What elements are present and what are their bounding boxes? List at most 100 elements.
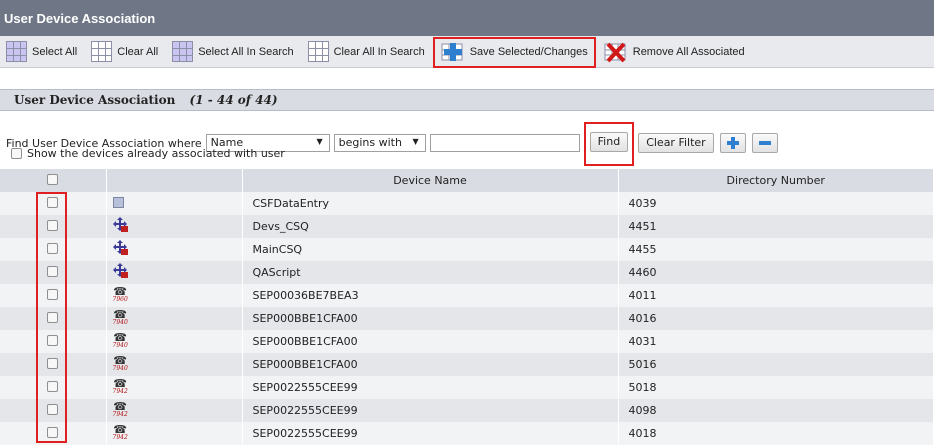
table-row[interactable]: ☎ 7942 SEP0022555CEE99 5018: [0, 376, 934, 399]
device-name-cell[interactable]: SEP00036BE7BEA3: [242, 284, 619, 307]
device-icon-cell: ☎ 7942: [106, 376, 243, 399]
window-title: User Device Association: [0, 0, 934, 36]
device-icon-cell: [106, 238, 243, 261]
device-icon-cell: [106, 261, 243, 284]
save-plus-icon: [441, 43, 463, 61]
directory-number-cell: 4098: [618, 399, 934, 422]
show-associated-checkbox[interactable]: [11, 148, 22, 159]
device-name-cell[interactable]: SEP000BBE1CFA00: [242, 353, 619, 376]
select-all-in-search-label: Select All In Search: [198, 45, 294, 58]
toolbar: Select All Clear All Select All In Searc…: [0, 36, 934, 68]
save-selected-button[interactable]: Save Selected/Changes: [432, 36, 596, 68]
select-all-button[interactable]: Select All: [0, 38, 83, 66]
section-title: User Device Association: [14, 93, 176, 107]
table-row[interactable]: MainCSQ 4455: [0, 238, 934, 261]
device-name-cell[interactable]: CSFDataEntry: [242, 192, 619, 215]
phone-icon: ☎ 7960: [112, 285, 128, 303]
table-row[interactable]: CSFDataEntry 4039: [0, 192, 934, 215]
device-name-cell[interactable]: QAScript: [242, 261, 619, 284]
minus-icon: [758, 141, 771, 145]
operator-select-value: begins with: [338, 136, 402, 149]
select-all-column-header: [0, 169, 107, 192]
select-all-in-search-button[interactable]: Select All In Search: [166, 38, 299, 66]
clear-filter-button[interactable]: Clear Filter: [638, 133, 714, 153]
device-icon-cell: ☎ 7942: [106, 422, 243, 445]
ctd-device-icon: [112, 217, 128, 232]
chevron-down-icon: ▼: [316, 137, 323, 146]
directory-number-cell: 4018: [618, 422, 934, 445]
show-associated-label: Show the devices already associated with…: [27, 147, 285, 160]
plus-icon: [726, 137, 739, 149]
device-icon-cell: ☎ 7940: [106, 307, 243, 330]
device-name-cell[interactable]: SEP000BBE1CFA00: [242, 330, 619, 353]
directory-number-cell: 4455: [618, 238, 934, 261]
clear-all-in-search-icon: [307, 41, 329, 62]
remove-all-associated-label: Remove All Associated: [632, 45, 745, 58]
directory-number-cell: 4451: [618, 215, 934, 238]
device-name-cell[interactable]: SEP0022555CEE99: [242, 376, 619, 399]
device-icon-cell: ☎ 7940: [106, 330, 243, 353]
device-name-column-header[interactable]: Device Name: [242, 169, 619, 192]
remove-all-associated-button[interactable]: Remove All Associated: [598, 38, 751, 66]
directory-number-cell: 4460: [618, 261, 934, 284]
phone-icon: ☎ 7940: [112, 331, 128, 349]
device-name-cell[interactable]: SEP0022555CEE99: [242, 422, 619, 445]
table-row[interactable]: Devs_CSQ 4451: [0, 215, 934, 238]
chevron-down-icon: ▼: [412, 137, 419, 146]
ctd-device-icon: [112, 263, 128, 278]
select-all-icon: [6, 41, 27, 62]
save-selected-label: Save Selected/Changes: [469, 46, 588, 58]
select-all-in-search-icon: [172, 41, 194, 62]
table-row[interactable]: ☎ 7960 SEP00036BE7BEA3 4011: [0, 284, 934, 307]
device-name-cell[interactable]: MainCSQ: [242, 238, 619, 261]
table-row[interactable]: ☎ 7942 SEP0022555CEE99 4018: [0, 422, 934, 445]
device-name-cell[interactable]: Devs_CSQ: [242, 215, 619, 238]
directory-number-cell: 5016: [618, 353, 934, 376]
device-table: Device Name Directory Number CSFDataEntr…: [0, 169, 934, 445]
directory-number-cell: 4031: [618, 330, 934, 353]
find-button[interactable]: Find: [589, 132, 629, 152]
icon-column-header: [106, 169, 243, 192]
directory-number-cell: 4039: [618, 192, 934, 215]
clear-all-button[interactable]: Clear All: [85, 38, 164, 66]
show-associated-row: Show the devices already associated with…: [11, 147, 285, 160]
table-row[interactable]: QAScript 4460: [0, 261, 934, 284]
directory-number-column-header[interactable]: Directory Number: [618, 169, 934, 192]
operator-select[interactable]: begins with ▼: [333, 134, 426, 152]
directory-number-cell: 4016: [618, 307, 934, 330]
device-icon-cell: ☎ 7940: [106, 353, 243, 376]
checkbox-column-highlight: [36, 192, 67, 443]
remove-x-icon: [604, 42, 626, 62]
csf-device-icon: [112, 196, 124, 208]
table-row[interactable]: ☎ 7940 SEP000BBE1CFA00 4031: [0, 330, 934, 353]
directory-number-cell: 4011: [618, 284, 934, 307]
device-name-cell[interactable]: SEP0022555CEE99: [242, 399, 619, 422]
table-row[interactable]: ☎ 7940 SEP000BBE1CFA00 5016: [0, 353, 934, 376]
find-highlight: Find: [583, 122, 635, 166]
phone-icon: ☎ 7942: [112, 423, 128, 441]
clear-all-in-search-label: Clear All In Search: [333, 45, 425, 58]
result-count: (1 - 44 of 44): [189, 93, 278, 107]
clear-all-label: Clear All: [117, 45, 159, 58]
device-icon-cell: [106, 192, 243, 215]
clear-all-in-search-button[interactable]: Clear All In Search: [302, 38, 431, 66]
clear-all-icon: [91, 41, 113, 62]
select-all-label: Select All: [32, 45, 78, 58]
device-icon-cell: ☎ 7942: [106, 399, 243, 422]
phone-icon: ☎ 7942: [112, 377, 128, 395]
phone-icon: ☎ 7940: [112, 308, 128, 326]
remove-criteria-button[interactable]: [751, 133, 778, 153]
device-icon-cell: [106, 215, 243, 238]
device-name-cell[interactable]: SEP000BBE1CFA00: [242, 307, 619, 330]
device-icon-cell: ☎ 7960: [106, 284, 243, 307]
header-checkbox[interactable]: [47, 173, 59, 185]
directory-number-cell: 5018: [618, 376, 934, 399]
table-header-row: Device Name Directory Number: [0, 169, 934, 192]
add-criteria-button[interactable]: [719, 133, 746, 153]
section-header: User Device Association (1 - 44 of 44): [0, 89, 934, 111]
table-row[interactable]: ☎ 7940 SEP000BBE1CFA00 4016: [0, 307, 934, 330]
ctd-device-icon: [112, 240, 128, 255]
search-input[interactable]: [429, 134, 580, 152]
table-row[interactable]: ☎ 7942 SEP0022555CEE99 4098: [0, 399, 934, 422]
phone-icon: ☎ 7940: [112, 354, 128, 372]
